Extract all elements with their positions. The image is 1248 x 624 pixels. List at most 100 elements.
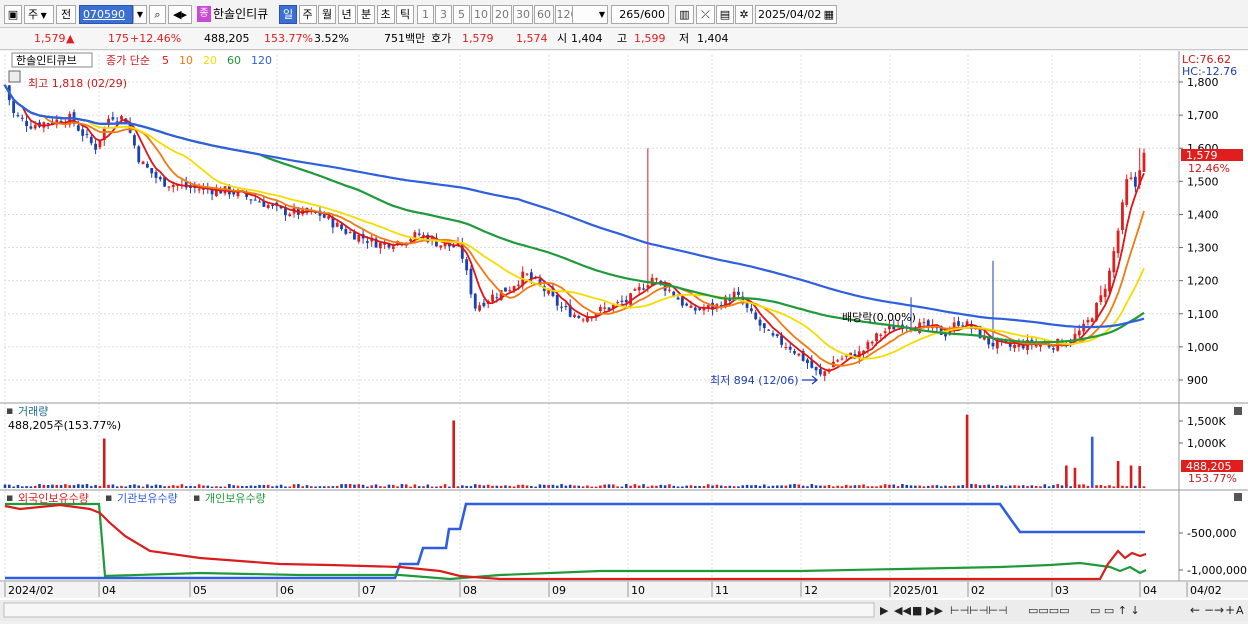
search-button[interactable]: ⌕ [149, 5, 166, 24]
chart-tool-button[interactable]: ▥ [675, 5, 694, 24]
zoom-in-icon[interactable]: → [1214, 603, 1224, 617]
stock-code-input[interactable]: 070590 [79, 5, 133, 24]
volume-bar [991, 485, 995, 488]
stock-name-label: 한솔인티큐브 [16, 54, 77, 67]
grid-toggle-icon[interactable] [8, 70, 21, 83]
low-price: 1,404 [697, 32, 729, 45]
volume-bar [624, 483, 628, 488]
volume-bar [607, 484, 611, 488]
window-menu-icon[interactable]: ▣ [4, 5, 22, 24]
volume-bar [875, 486, 878, 488]
candle-body [620, 300, 624, 302]
volume-bar [534, 486, 537, 488]
forward-icon[interactable]: ▶▶ [926, 604, 943, 617]
candle-body [598, 306, 602, 312]
period-tab[interactable]: 주 [298, 5, 317, 24]
volume-bar [262, 485, 266, 488]
volume-bar [590, 486, 594, 488]
zoom-icons[interactable]: ▭ ▭ ↑ ↓ [1090, 604, 1140, 617]
candle-body [348, 232, 352, 234]
zoom-out-icon[interactable]: ← [1190, 603, 1200, 617]
interval-button[interactable]: 20 [492, 5, 512, 24]
period-tab[interactable]: 년 [337, 5, 356, 24]
interval-button[interactable]: 3 [435, 5, 452, 24]
period-tab[interactable]: 월 [318, 5, 336, 24]
volume-bar [383, 486, 386, 488]
volume-bar [827, 484, 831, 488]
volume-bar [184, 486, 188, 488]
volume-bar [840, 486, 844, 488]
save-button[interactable]: ▤ [716, 5, 734, 24]
volume-bar [68, 485, 72, 488]
candle-body [991, 342, 995, 347]
volume-bar [909, 485, 913, 488]
prev-button[interactable]: 전 [56, 5, 76, 24]
stop-icon[interactable]: ■ [912, 604, 922, 617]
volume-bar [202, 485, 205, 488]
volume-bar [443, 484, 447, 488]
settings-button[interactable]: ✲ [735, 5, 753, 24]
zoom-minus-icon[interactable]: − [1204, 603, 1214, 617]
x-tick-label: 06 [280, 584, 294, 597]
volume-bar [85, 484, 89, 488]
candle-body [1142, 152, 1146, 172]
count-field[interactable]: 265/600 [611, 5, 669, 24]
chart-canvas[interactable]: 한솔인티큐브 종가 단순 5 10 20 60 120 최고 1,818 (02/29)… [0, 51, 1248, 621]
candle-body [1090, 318, 1094, 322]
x-tick-label: 04/02 [1190, 584, 1222, 597]
volume-tick-label: 1,500K [1187, 415, 1226, 428]
interval-button[interactable]: 10 [471, 5, 491, 24]
period-tab[interactable]: 일 [279, 5, 297, 24]
volume-bar [335, 485, 339, 488]
scroll-right-icon[interactable]: ▶ [880, 604, 889, 617]
sound-button[interactable]: ◀▸ [168, 5, 192, 24]
date-field[interactable]: 2025/04/02 ▦ [755, 5, 837, 24]
candle-body [81, 129, 85, 136]
volume-bar [292, 484, 296, 488]
interval-dropdown[interactable]: ▼ [572, 5, 608, 24]
volume-bar [478, 484, 481, 488]
candle-body [581, 319, 585, 321]
code-dropdown-button[interactable]: ▼ [133, 5, 147, 24]
period-tab[interactable]: 분 [357, 5, 375, 24]
close-panel-icon[interactable] [1234, 493, 1242, 501]
volume-bar [771, 485, 775, 488]
volume-bar [189, 485, 192, 488]
x-tick-label: 04 [102, 584, 116, 597]
volume-bar [780, 485, 783, 488]
volume-bar [72, 485, 76, 488]
window-icon[interactable]: ▭▭▭▭ [1028, 604, 1070, 617]
volume-bar [1099, 485, 1103, 488]
holding-tick-label: -1,000,000 [1187, 564, 1247, 577]
interval-button[interactable]: 1 [417, 5, 434, 24]
scroll-track[interactable] [3, 602, 875, 618]
chart-area[interactable]: 한솔인티큐브 종가 단순 5 10 20 60 120 최고 1,818 (02/29)… [0, 51, 1248, 621]
market-select[interactable]: 주 ▼ [24, 5, 54, 24]
zoom-plus-icon[interactable]: + [1225, 603, 1235, 617]
period-tab[interactable]: 틱 [396, 5, 414, 24]
draw-tool-button[interactable]: ⤫ [696, 5, 715, 24]
scale-slider-icon[interactable]: ⊢⊣⊢⊣⊢⊣ [950, 604, 1008, 617]
interval-button[interactable]: 60 [534, 5, 554, 24]
candle-body [577, 315, 581, 318]
candle-body [517, 284, 520, 286]
volume-bar [228, 484, 231, 488]
current-price: 1,579 [34, 32, 66, 45]
candle-body [409, 239, 412, 242]
candle-body [353, 232, 356, 240]
candle-body [650, 277, 654, 285]
volume-bar [1086, 485, 1090, 488]
candle-body [249, 199, 253, 201]
interval-button[interactable]: 30 [513, 5, 533, 24]
price-tick-label: 1,700 [1187, 109, 1219, 122]
x-tick-label: 11 [715, 584, 729, 597]
rewind-icon[interactable]: ◀◀ [894, 604, 911, 617]
candle-body [754, 312, 758, 320]
close-panel-icon[interactable] [1234, 407, 1242, 415]
period-tab[interactable]: 초 [376, 5, 395, 24]
interval-button[interactable]: 5 [453, 5, 470, 24]
auto-scale-icon[interactable]: A [1236, 604, 1244, 617]
volume-bar [271, 486, 274, 488]
volume-bar [551, 484, 555, 488]
volume-bar [694, 485, 697, 488]
